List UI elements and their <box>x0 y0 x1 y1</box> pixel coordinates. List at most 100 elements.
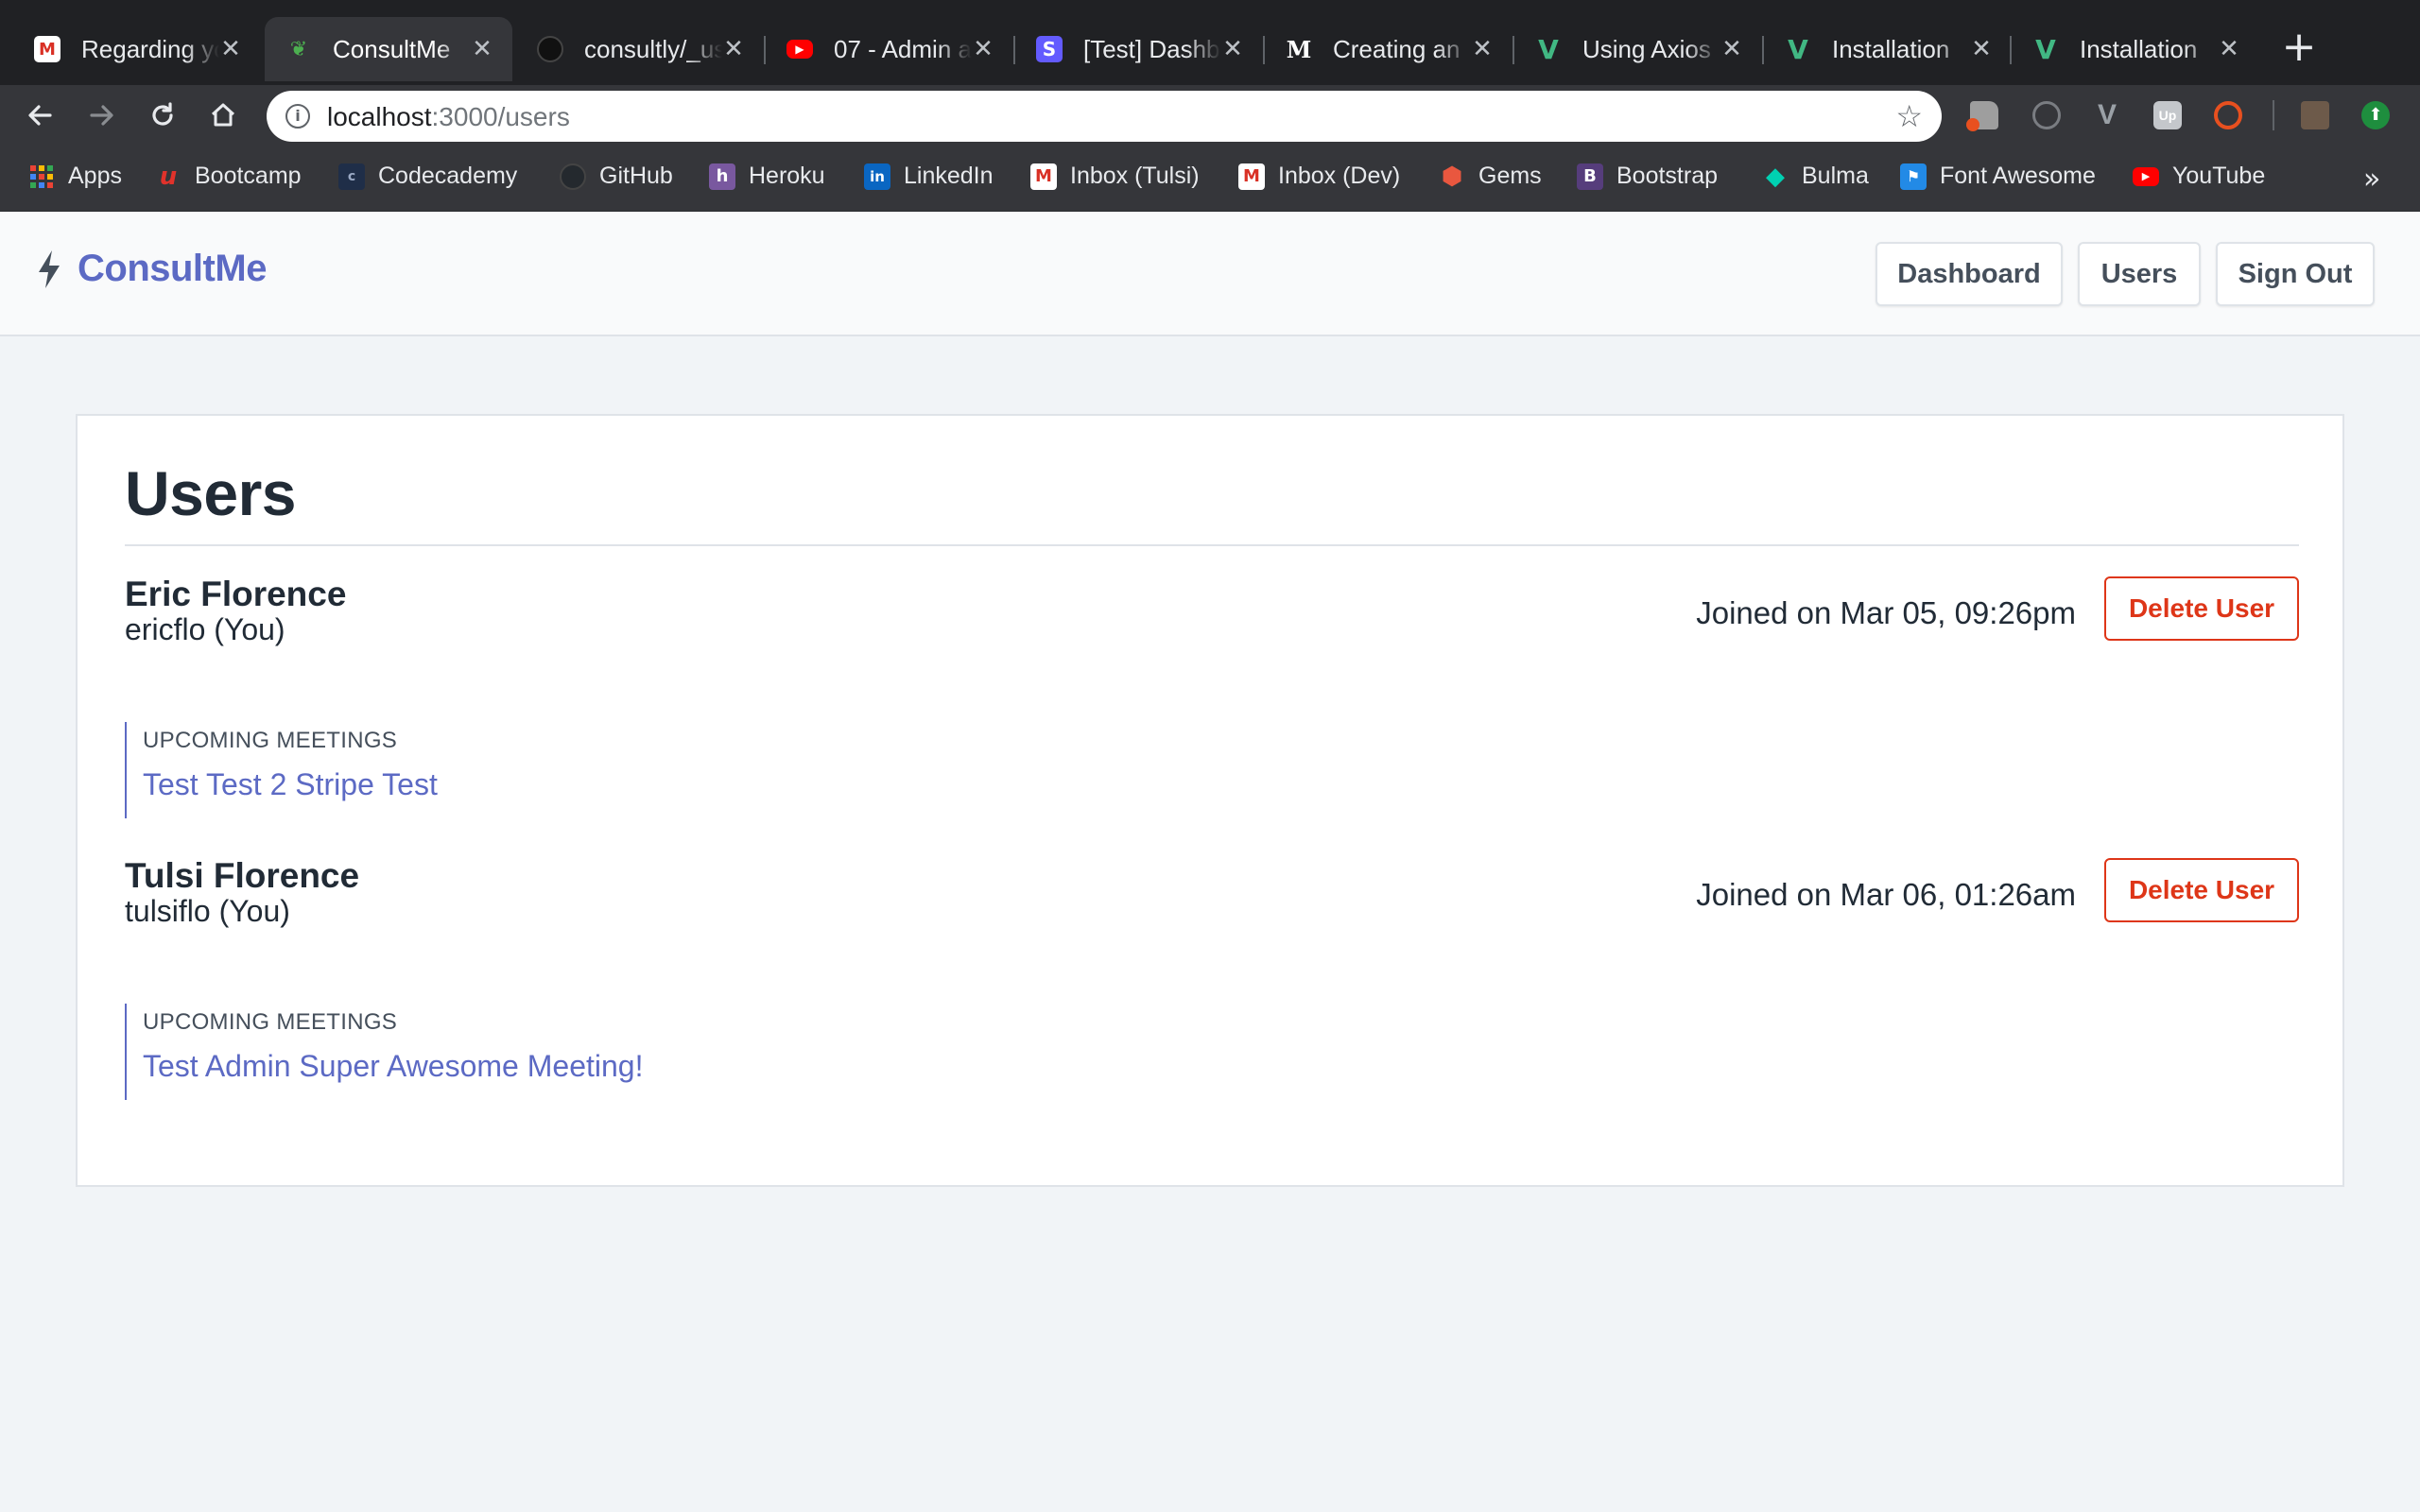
tab-title: Creating an <box>1333 34 1461 63</box>
bookmark-bootstrap[interactable]: B Bootstrap <box>1577 163 1718 190</box>
extension-icon[interactable] <box>1966 101 1998 131</box>
user-entry: Tulsi Florence tulsiflo (You) Joined on … <box>125 856 2299 1130</box>
browser-toolbar: i localhost:3000/users ☆ V Up ⬆ <box>0 85 2420 146</box>
browser-tab[interactable]: V Installation ✕ <box>1764 17 2012 81</box>
close-icon[interactable]: ✕ <box>1720 35 1743 63</box>
toolbar-divider <box>2273 100 2274 130</box>
sign-out-button[interactable]: Sign Out <box>2216 242 2375 306</box>
bookmark-linkedin[interactable]: in LinkedIn <box>864 163 994 190</box>
vue-devtools-icon[interactable]: V <box>2093 101 2121 129</box>
stripe-icon: S <box>1036 36 1063 62</box>
browser-tab[interactable]: V Installation ✕ <box>2012 17 2259 81</box>
firefox-style-extension-icon[interactable] <box>2214 101 2242 129</box>
gmail-icon: M <box>1238 163 1265 190</box>
leaf-icon: ❦ <box>289 37 308 61</box>
bookmarks-overflow-icon[interactable]: » <box>2363 163 2380 196</box>
browser-tab[interactable]: consultly/_users ✕ <box>516 17 764 81</box>
joined-date: Joined on Mar 05, 09:26pm <box>1696 595 2076 630</box>
flag-icon: ⚑ <box>1900 163 1927 190</box>
update-arrow-icon[interactable]: ⬆ <box>2361 101 2390 129</box>
bookmark-bootcamp[interactable]: u Bootcamp <box>155 162 302 191</box>
bootstrap-icon: B <box>1577 163 1603 190</box>
site-info-icon[interactable]: i <box>285 104 310 129</box>
codecademy-icon: c <box>338 163 365 190</box>
browser-tab[interactable]: M Regarding your ✕ <box>13 17 261 81</box>
meeting-link[interactable]: Test Test 2 Stripe Test <box>143 767 438 802</box>
tab-separator <box>1512 36 1514 64</box>
bookmark-heroku[interactable]: h Heroku <box>709 163 825 190</box>
tab-separator <box>2010 36 2012 64</box>
bootcamp-icon: u <box>159 162 178 191</box>
close-icon[interactable]: ✕ <box>219 35 242 63</box>
user-handle: tulsiflo (You) <box>125 894 290 928</box>
bookmark-github[interactable]: GitHub <box>560 163 673 190</box>
dashboard-button[interactable]: Dashboard <box>1876 242 2063 306</box>
ruby-gem-icon: ⬢ <box>1441 162 1463 191</box>
bookmark-label: Bulma <box>1802 163 1869 189</box>
delete-user-button[interactable]: Delete User <box>2104 576 2299 641</box>
upwork-extension-icon[interactable]: Up <box>2153 101 2182 129</box>
bookmark-font-awesome[interactable]: ⚑ Font Awesome <box>1900 163 2096 190</box>
meetings-heading: UPCOMING MEETINGS <box>143 1009 398 1035</box>
user-handle: ericflo (You) <box>125 612 285 646</box>
bookmark-label: Bootcamp <box>195 163 302 189</box>
lightning-bolt-icon <box>39 249 60 288</box>
avatar-extension-icon[interactable] <box>2301 101 2329 129</box>
url-path: :3000/users <box>431 102 570 131</box>
sync-extension-icon[interactable] <box>2032 101 2061 129</box>
tab-title: Using Axios <box>1582 34 1711 63</box>
browser-tab[interactable]: M Creating an ✕ <box>1265 17 1512 81</box>
tab-title: Regarding your <box>81 34 219 63</box>
browser-tab-active[interactable]: ❦ ConsultMe ✕ <box>265 17 512 81</box>
forward-arrow-icon[interactable] <box>81 94 123 136</box>
users-button[interactable]: Users <box>2078 242 2201 306</box>
brand-logo[interactable]: ConsultMe <box>34 248 267 290</box>
tab-title: [Test] Dashboard <box>1083 34 1221 63</box>
close-icon[interactable]: ✕ <box>1471 35 1494 63</box>
bookmarks-bar: Apps u Bootcamp c Codecademy GitHub h He… <box>0 146 2420 212</box>
close-icon[interactable]: ✕ <box>1970 35 1993 63</box>
divider <box>125 544 2299 546</box>
bookmark-youtube[interactable]: ▶ YouTube <box>2133 163 2265 190</box>
github-icon <box>537 36 563 62</box>
bookmark-label: Gems <box>1478 163 1542 189</box>
meetings-heading: UPCOMING MEETINGS <box>143 728 398 753</box>
close-icon[interactable]: ✕ <box>972 35 994 63</box>
close-icon[interactable]: ✕ <box>471 35 493 63</box>
youtube-icon: ▶ <box>786 40 813 59</box>
tab-title: consultly/_users <box>584 34 722 63</box>
tab-separator <box>764 36 766 64</box>
tab-separator <box>1762 36 1764 64</box>
close-icon[interactable]: ✕ <box>2218 35 2240 63</box>
close-icon[interactable]: ✕ <box>722 35 745 63</box>
user-entry: Eric Florence ericflo (You) Joined on Ma… <box>125 575 2299 849</box>
bookmark-label: GitHub <box>599 163 673 189</box>
page-title: Users <box>125 458 296 528</box>
bookmark-inbox-dev[interactable]: M Inbox (Dev) <box>1238 163 1400 190</box>
close-icon[interactable]: ✕ <box>1221 35 1244 63</box>
delete-user-button[interactable]: Delete User <box>2104 858 2299 922</box>
back-arrow-icon[interactable] <box>19 94 60 136</box>
bookmark-apps[interactable]: Apps <box>28 163 122 190</box>
browser-tab[interactable]: ▶ 07 - Admin and ✕ <box>766 17 1013 81</box>
user-name: Eric Florence <box>125 575 347 613</box>
reload-icon[interactable] <box>142 94 183 136</box>
browser-tab[interactable]: V Using Axios ✕ <box>1514 17 1762 81</box>
bookmark-label: Bootstrap <box>1616 163 1719 189</box>
meeting-link[interactable]: Test Admin Super Awesome Meeting! <box>143 1049 643 1084</box>
browser-tab[interactable]: S [Test] Dashboard ✕ <box>1015 17 1263 81</box>
address-url: localhost:3000/users <box>327 102 570 132</box>
vue-icon: V <box>1538 33 1559 65</box>
bookmark-label: Apps <box>68 163 122 189</box>
bookmark-codecademy[interactable]: c Codecademy <box>338 163 517 190</box>
new-tab-plus-icon[interactable]: + <box>2276 25 2322 70</box>
bookmark-star-icon[interactable]: ☆ <box>1895 100 1923 132</box>
bookmark-gems[interactable]: ⬢ Gems <box>1439 162 1542 191</box>
bookmark-inbox-tulsi[interactable]: M Inbox (Tulsi) <box>1030 163 1200 190</box>
users-card: Users Eric Florence ericflo (You) Joined… <box>76 414 2344 1187</box>
home-icon[interactable] <box>202 94 244 136</box>
address-bar[interactable]: i localhost:3000/users ☆ <box>267 91 1942 142</box>
tab-title: 07 - Admin and <box>834 34 972 63</box>
browser-tab-strip: M Regarding your ✕ ❦ ConsultMe ✕ consult… <box>0 0 2420 85</box>
bookmark-bulma[interactable]: ◆ Bulma <box>1762 163 1869 191</box>
